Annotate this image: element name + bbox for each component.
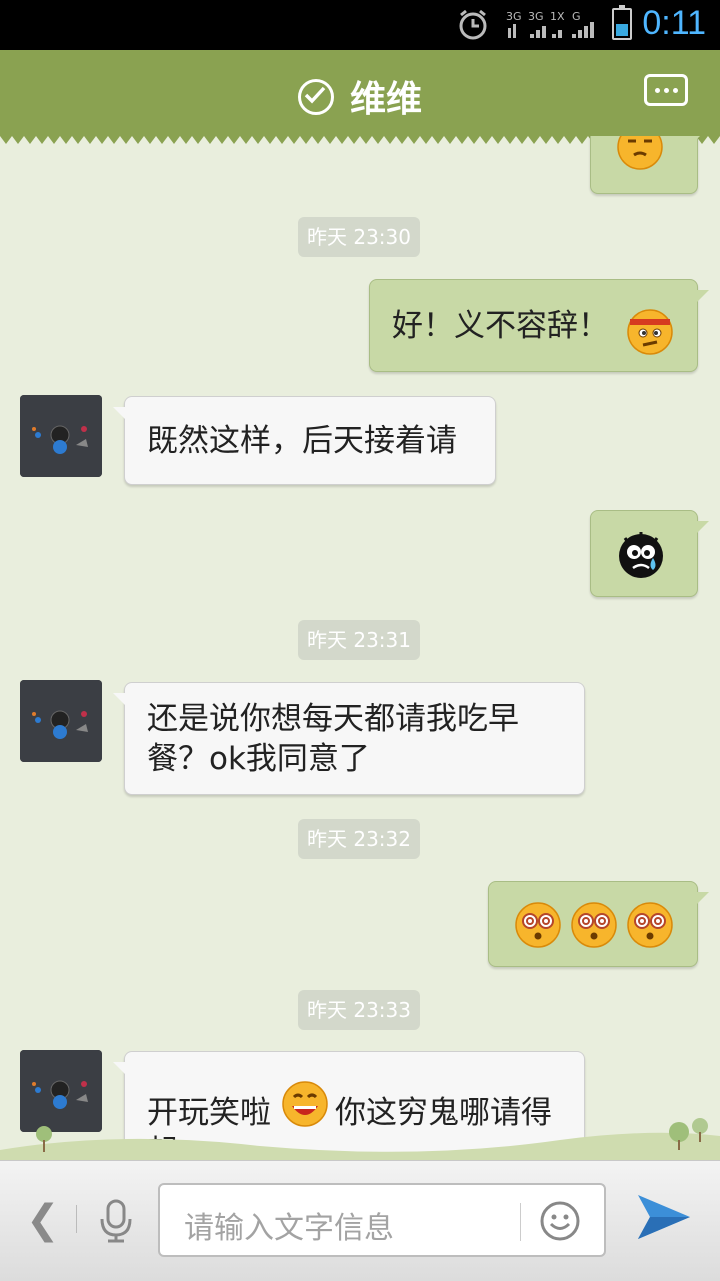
timestamp: 昨天 23:31 — [298, 620, 420, 660]
background-hills — [0, 1118, 720, 1162]
check-circle-icon — [297, 79, 334, 115]
smiley-icon[interactable] — [538, 1199, 582, 1243]
contact-name: 维维 — [349, 79, 422, 120]
message-bubble-them[interactable]: 还是说你想每天都请我吃早 餐？ok我同意了 — [113, 682, 585, 795]
svg-text:3G: 3G — [528, 10, 544, 23]
timestamp: 昨天 23:30 — [298, 217, 420, 257]
message-text: 既然这样，后天接着请 — [147, 423, 457, 459]
annoyed-face-icon — [617, 136, 663, 170]
crying-black-face-icon — [619, 532, 663, 578]
svg-text:1X: 1X — [550, 10, 565, 23]
status-time: 0:11 — [642, 4, 706, 42]
divider — [76, 1205, 77, 1233]
status-bar: 3G 3G 1X G 0:11 — [0, 0, 720, 50]
dizzy-face-icon — [627, 902, 673, 948]
status-icons: 3G 3G 1X G — [459, 9, 594, 40]
message-text-line: 餐？ok我同意了 — [147, 741, 370, 777]
avatar[interactable] — [20, 395, 102, 477]
alarm-icon — [459, 9, 487, 40]
dizzy-face-icon — [515, 902, 561, 948]
input-placeholder: 请输入文字信息 — [184, 1211, 394, 1246]
message-text-line: 还是说你想每天都请我吃早 — [147, 701, 519, 737]
chat-messages[interactable]: 昨天 23:30 好！义不容辞！ 既然这样，后天接着请 昨天 23:31 还是说… — [0, 136, 720, 1160]
chevron-left-icon[interactable]: ❮ — [26, 1197, 60, 1243]
battery-icon — [612, 5, 632, 40]
signal-3g-icon: 3G 3G 1X G — [506, 10, 594, 38]
more-options-icon[interactable] — [644, 74, 688, 106]
timestamp: 昨天 23:32 — [298, 819, 420, 859]
chat-title: 维维 — [0, 70, 720, 122]
message-bubble-me[interactable] — [590, 510, 709, 597]
avatar-image — [20, 680, 102, 762]
message-bubble-them[interactable]: 既然这样，后天接着请 — [113, 396, 496, 485]
determined-face-icon — [627, 309, 673, 355]
message-bubble-me[interactable]: 好！义不容辞！ — [369, 279, 709, 372]
send-icon[interactable] — [636, 1191, 692, 1241]
avatar-image — [20, 395, 102, 477]
microphone-icon[interactable] — [96, 1197, 136, 1245]
divider — [520, 1203, 521, 1241]
dizzy-face-icon — [571, 902, 617, 948]
timestamp: 昨天 23:33 — [298, 990, 420, 1030]
chat-header: 维维 — [0, 50, 720, 144]
message-bubble-me[interactable] — [590, 136, 709, 194]
avatar[interactable] — [20, 680, 102, 762]
message-text: 好！义不容辞！ — [392, 308, 609, 344]
svg-text:G: G — [572, 10, 581, 23]
message-input[interactable]: 请输入文字信息 — [158, 1183, 606, 1257]
input-bar: ❮ 请输入文字信息 — [0, 1160, 720, 1281]
svg-text:3G: 3G — [506, 10, 522, 23]
message-bubble-me[interactable] — [488, 881, 709, 967]
